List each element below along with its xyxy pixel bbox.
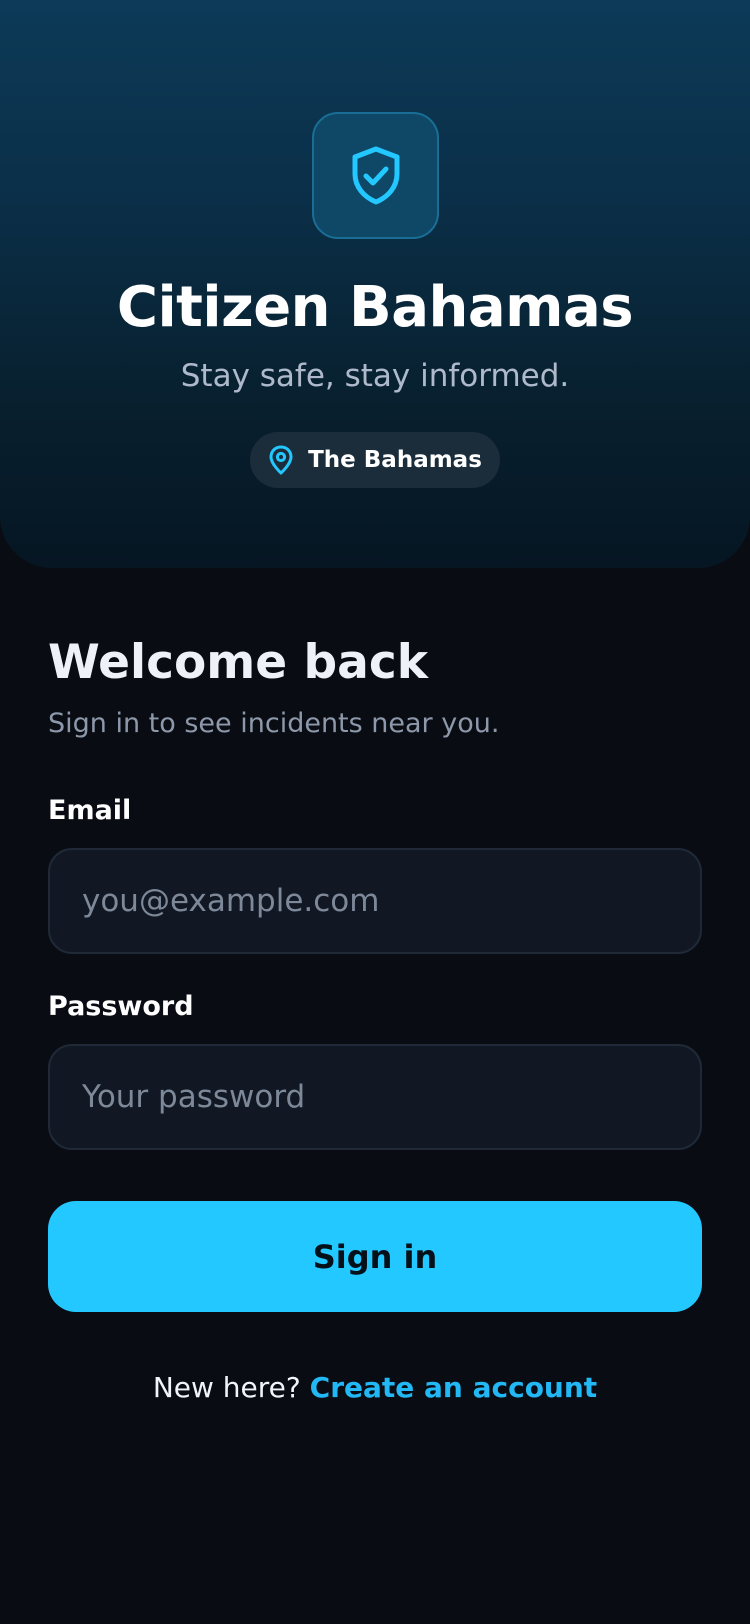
- sign-in-button[interactable]: Sign in: [48, 1201, 702, 1312]
- password-field[interactable]: [48, 1044, 702, 1150]
- welcome-subtitle: Sign in to see incidents near you.: [48, 708, 500, 739]
- login-screen: Citizen Bahamas Stay safe, stay informed…: [0, 0, 750, 1624]
- email-label: Email: [48, 795, 132, 826]
- password-label: Password: [48, 991, 194, 1022]
- map-pin-icon: [268, 445, 294, 475]
- app-title: Citizen Bahamas: [116, 275, 634, 340]
- welcome-heading: Welcome back: [48, 635, 428, 690]
- location-label: The Bahamas: [308, 447, 482, 473]
- signup-row: New here? Create an account: [0, 1368, 750, 1408]
- app-tagline: Stay safe, stay informed.: [180, 358, 570, 394]
- app-logo: [312, 112, 439, 239]
- signup-prompt: New here?: [152, 1371, 310, 1404]
- email-field[interactable]: [48, 848, 702, 954]
- hero-header: Citizen Bahamas Stay safe, stay informed…: [0, 0, 750, 568]
- create-account-link[interactable]: Create an account: [310, 1371, 598, 1404]
- location-badge: The Bahamas: [250, 432, 500, 488]
- shield-check-icon: [350, 146, 402, 206]
